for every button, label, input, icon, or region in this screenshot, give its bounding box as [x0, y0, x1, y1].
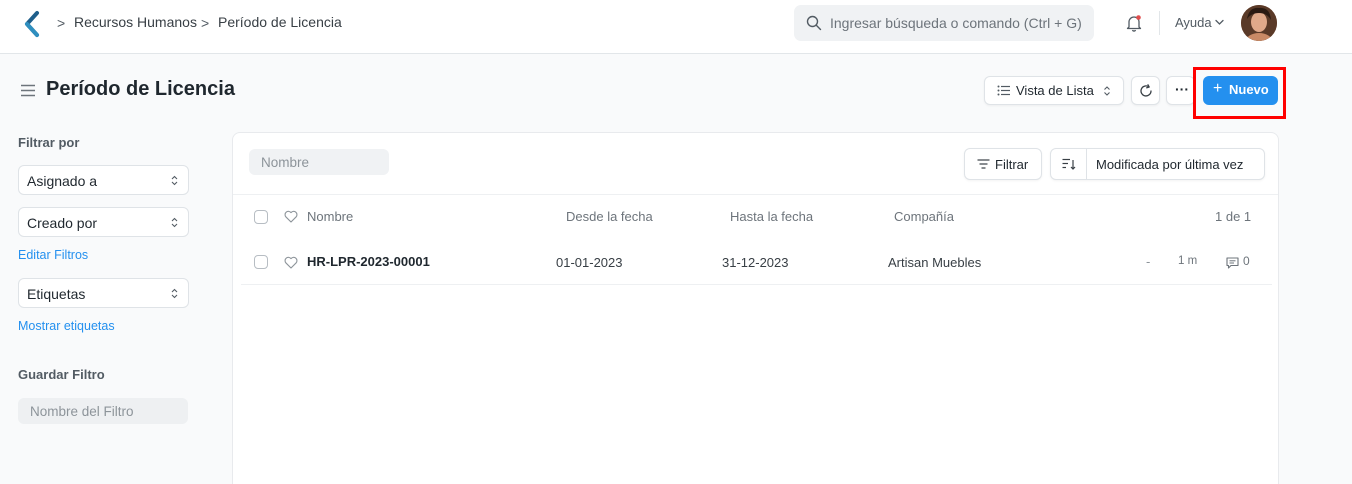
card-divider: [233, 194, 1278, 195]
new-button[interactable]: + Nuevo: [1203, 76, 1278, 105]
column-header-hasta-la-fecha: Hasta la fecha: [730, 209, 814, 224]
sort-label: Modificada por última vez: [1096, 157, 1244, 172]
column-header-compania: Compañía: [894, 209, 954, 224]
top-navbar: > Recursos Humanos > Período de Licencia…: [0, 0, 1352, 54]
assigned-to-filter[interactable]: Asignado a: [18, 165, 189, 195]
filter-button-label: Filtrar: [995, 157, 1029, 172]
chevron-down-icon[interactable]: [1215, 19, 1224, 26]
search-placeholder: Ingresar búsqueda o comando (Ctrl + G): [830, 15, 1082, 31]
navbar-divider: [1159, 11, 1160, 35]
list-count: 1 de 1: [1215, 209, 1252, 224]
breadcrumb-separator: >: [57, 15, 66, 31]
filter-icon: [977, 159, 990, 169]
search-bar[interactable]: Ingresar búsqueda o comando (Ctrl + G): [794, 5, 1094, 41]
row-modified: 1 m: [1178, 255, 1198, 267]
breadcrumb-separator: >: [201, 15, 210, 31]
sidebar-toggle-icon[interactable]: [20, 84, 36, 97]
heart-icon[interactable]: [284, 256, 298, 269]
select-caret-icon: [171, 217, 178, 228]
row-company: Artisan Muebles: [888, 255, 982, 270]
new-button-label: Nuevo: [1229, 82, 1269, 97]
sort-icon: [1062, 158, 1076, 170]
plus-icon: +: [1213, 80, 1223, 97]
row-divider: [241, 284, 1272, 285]
filter-by-heading: Filtrar por: [18, 135, 80, 150]
row-from-date: 01-01-2023: [556, 255, 623, 270]
list-icon: [997, 85, 1010, 96]
select-caret-icon: [171, 175, 178, 186]
tags-label: Etiquetas: [27, 286, 86, 302]
more-actions-button[interactable]: ···: [1166, 76, 1195, 105]
avatar[interactable]: [1241, 5, 1277, 41]
edit-filters-link[interactable]: Editar Filtros: [18, 248, 88, 262]
comment-icon: [1226, 257, 1239, 269]
app-logo-icon[interactable]: [22, 10, 42, 38]
created-by-label: Creado por: [27, 215, 98, 231]
name-filter-input[interactable]: Nombre: [249, 149, 389, 175]
created-by-filter[interactable]: Creado por: [18, 207, 189, 237]
row-to-date: 31-12-2023: [722, 255, 789, 270]
save-filter-heading: Guardar Filtro: [18, 367, 105, 382]
select-caret-icon: [171, 288, 178, 299]
view-switcher-button[interactable]: Vista de Lista: [984, 76, 1124, 105]
sort-order-toggle[interactable]: [1051, 149, 1087, 179]
row-status: -: [1146, 254, 1151, 269]
help-dropdown[interactable]: Ayuda: [1175, 15, 1212, 30]
bell-icon[interactable]: [1126, 14, 1142, 32]
filter-button[interactable]: Filtrar: [964, 148, 1042, 180]
column-header-desde-la-fecha: Desde la fecha: [566, 209, 653, 224]
search-icon: [806, 15, 822, 31]
select-caret-icon: [1104, 86, 1110, 96]
show-tags-link[interactable]: Mostrar etiquetas: [18, 319, 115, 333]
row-comment-count: 0: [1243, 254, 1250, 268]
view-switcher-label: Vista de Lista: [1016, 83, 1094, 98]
heart-icon[interactable]: [284, 210, 298, 223]
more-icon: ···: [1175, 81, 1189, 97]
assigned-to-label: Asignado a: [27, 173, 98, 189]
row-checkbox[interactable]: [254, 255, 268, 269]
tags-filter[interactable]: Etiquetas: [18, 278, 189, 308]
breadcrumb-periodo-de-licencia[interactable]: Período de Licencia: [218, 14, 342, 30]
list-card: Nombre Filtrar Modificada por última vez…: [232, 132, 1279, 484]
filter-name-input[interactable]: Nombre del Filtro: [18, 398, 188, 424]
filter-name-placeholder: Nombre del Filtro: [30, 404, 134, 419]
refresh-button[interactable]: [1131, 76, 1160, 105]
column-header-nombre: Nombre: [307, 209, 354, 224]
page-title: Período de Licencia: [46, 78, 235, 100]
refresh-icon: [1140, 84, 1152, 97]
breadcrumb-recursos-humanos[interactable]: Recursos Humanos: [74, 14, 197, 30]
sort-selector[interactable]: Modificada por última vez: [1050, 148, 1265, 180]
row-name-link[interactable]: HR-LPR-2023-00001: [307, 254, 430, 269]
name-filter-placeholder: Nombre: [261, 155, 310, 170]
select-all-checkbox[interactable]: [254, 210, 268, 224]
